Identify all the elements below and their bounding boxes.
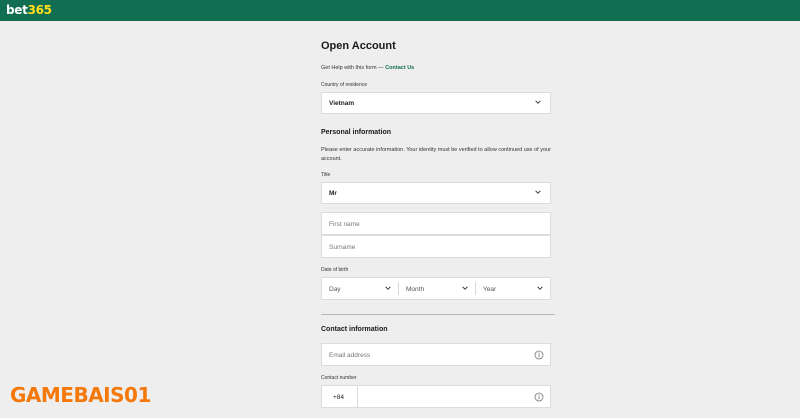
help-text: Get Help with this form — — [321, 65, 384, 71]
dob-month-value: Month — [406, 286, 425, 293]
title-label: Title — [321, 172, 331, 178]
chevron-down-icon — [462, 286, 468, 290]
phone-country-code[interactable]: +84 — [333, 394, 344, 401]
bet365-logo[interactable]: bet365 — [6, 3, 52, 17]
page-title: Open Account — [321, 40, 396, 52]
personal-info-heading: Personal information — [321, 129, 392, 136]
info-icon[interactable] — [534, 392, 544, 402]
personal-info-description: Please enter accurate information. Your … — [321, 147, 551, 162]
top-bar: bet365 — [0, 0, 800, 21]
phone-prefix-divider — [357, 386, 358, 407]
chevron-down-icon — [535, 190, 541, 194]
contact-info-heading: Contact information — [321, 326, 388, 333]
info-icon[interactable] — [534, 350, 544, 360]
email-field[interactable]: Email address — [321, 343, 551, 366]
chevron-down-icon — [385, 286, 391, 290]
dob-month-select[interactable]: Month — [399, 278, 475, 299]
dob-year-value: Year — [483, 286, 497, 293]
section-divider — [321, 314, 555, 315]
dob-field: Day Month Year — [321, 277, 551, 300]
dob-day-select[interactable]: Day — [322, 278, 398, 299]
phone-label: Contact number — [321, 375, 357, 381]
first-name-field[interactable]: First name — [321, 212, 551, 235]
email-placeholder: Email address — [329, 352, 371, 359]
dob-day-value: Day — [329, 286, 341, 293]
country-label: Country of residence — [321, 82, 368, 88]
help-line: Get Help with this form — Contact Us — [321, 65, 414, 71]
title-value: Mr — [329, 190, 337, 197]
first-name-placeholder: First name — [329, 221, 360, 228]
surname-field[interactable]: Surname — [321, 235, 551, 258]
title-select[interactable]: Mr — [321, 182, 551, 204]
contact-us-link[interactable]: Contact Us — [385, 65, 414, 71]
chevron-down-icon — [537, 286, 543, 290]
dob-label: Date of birth — [321, 267, 349, 273]
chevron-down-icon — [535, 100, 541, 104]
dob-year-select[interactable]: Year — [476, 278, 550, 299]
country-value: Vietnam — [329, 100, 355, 107]
phone-field[interactable]: +84 — [321, 385, 551, 408]
country-select[interactable]: Vietnam — [321, 92, 551, 114]
gamebai-watermark: GAMEBAIS01 — [10, 383, 151, 407]
surname-placeholder: Surname — [329, 244, 356, 251]
